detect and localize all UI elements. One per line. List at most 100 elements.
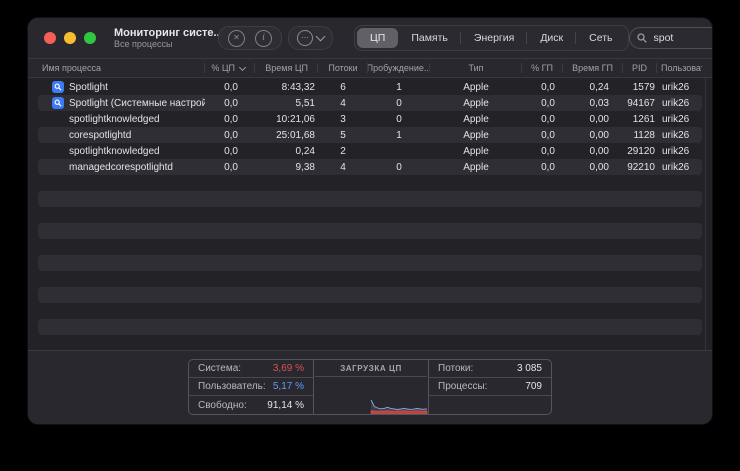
cell-threads: 6 xyxy=(340,81,346,93)
table-row[interactable]: managedcorespotlightd 0,0 9,38 4 0 Apple 0,0 0,… xyxy=(38,159,702,175)
column-header-label: Пользоват... xyxy=(661,63,702,73)
cell-pid: 29120 xyxy=(627,145,655,157)
cell-cpu: 0,0 xyxy=(224,81,238,93)
cell-threads: 3 xyxy=(340,113,346,125)
cell-pid: 92210 xyxy=(627,161,655,173)
cell-gputime: 0,00 xyxy=(589,161,609,173)
cell-gpu: 0,0 xyxy=(541,97,555,109)
tab-сеть[interactable]: Сеть xyxy=(575,28,625,48)
column-header-label: Тип xyxy=(468,63,484,73)
activity-monitor-window: Мониторинг систе... Все процессы ✕ i ⋯ Ц… xyxy=(28,18,712,424)
titlebar: Мониторинг систе... Все процессы ✕ i ⋯ Ц… xyxy=(28,18,712,58)
search-icon xyxy=(636,33,647,43)
column-header-label: PID xyxy=(631,63,647,73)
count-row: Потоки: 3 085 xyxy=(429,360,551,378)
cell-pid: 1579 xyxy=(632,81,655,93)
empty-table-row xyxy=(38,223,702,239)
cell-gpu: 0,0 xyxy=(541,129,555,141)
tab-энергия[interactable]: Энергия xyxy=(459,28,527,48)
cell-name: Spotlight xyxy=(38,81,205,93)
cell-user: urik26 xyxy=(662,113,690,125)
cell-cputime: 10:21,06 xyxy=(276,113,315,125)
empty-table-row xyxy=(38,287,702,303)
column-header-user[interactable]: Пользоват... xyxy=(657,59,702,77)
title-block: Мониторинг систе... Все процессы xyxy=(114,27,223,50)
table-row[interactable]: Spotlight 0,0 8:43,32 6 1 Apple 0,0 0,24 1579 uri… xyxy=(38,79,702,95)
column-header-label: Пробуждение... xyxy=(368,63,430,73)
ellipsis-circle-icon: ⋯ xyxy=(297,30,313,46)
sort-descending-icon xyxy=(238,63,247,71)
cell-user: urik26 xyxy=(662,145,690,157)
cell-cpu: 0,0 xyxy=(224,113,238,125)
empty-table-row xyxy=(38,319,702,335)
inspect-process-button[interactable]: i xyxy=(255,29,272,47)
column-header-pid[interactable]: PID xyxy=(623,59,657,77)
cell-threads: 4 xyxy=(340,161,346,173)
column-header-wake[interactable]: Пробуждение... xyxy=(368,59,430,77)
tab-память[interactable]: Память xyxy=(398,28,461,48)
table-row[interactable]: Spotlight (Системные настройки) 0,0 5,51 4 0… xyxy=(38,95,702,111)
table-row[interactable]: corespotlightd 0,0 25:01,68 5 1 Apple 0,0 0,00 1… xyxy=(38,127,702,143)
cell-name: Spotlight (Системные настройки) xyxy=(38,97,205,109)
column-header-label: % ЦП xyxy=(211,63,235,73)
cell-cputime: 8:43,32 xyxy=(281,81,315,93)
column-header-cputime[interactable]: Время ЦП xyxy=(255,59,318,77)
spotlight-app-icon xyxy=(52,81,64,93)
column-header-threads[interactable]: Потоки xyxy=(318,59,368,77)
cell-wake: 1 xyxy=(396,81,402,93)
cell-cputime: 5,51 xyxy=(295,97,315,109)
process-name: managedcorespotlightd xyxy=(69,161,173,173)
cell-type: Apple xyxy=(463,81,489,93)
system-load-area xyxy=(370,410,428,414)
search-input[interactable] xyxy=(651,31,712,45)
count-label: Процессы: xyxy=(438,381,488,392)
process-name: corespotlightd xyxy=(69,129,132,141)
stat-label: Система: xyxy=(198,363,242,374)
spotlight-app-icon xyxy=(52,97,64,109)
cell-wake: 0 xyxy=(396,113,402,125)
cpu-percent-stats: Система: 3,69 % Пользователь: 5,17 % Свободн… xyxy=(189,360,313,414)
zoom-window-button[interactable] xyxy=(84,32,96,44)
empty-table-row xyxy=(38,271,702,287)
close-window-button[interactable] xyxy=(44,32,56,44)
cell-type: Apple xyxy=(463,97,489,109)
cell-gputime: 0,00 xyxy=(589,129,609,141)
cell-type: Apple xyxy=(463,145,489,157)
empty-table-row xyxy=(38,255,702,271)
column-header-cpu[interactable]: % ЦП xyxy=(205,59,255,77)
tab-цп[interactable]: ЦП xyxy=(357,28,399,48)
process-name: spotlightknowledged xyxy=(69,145,160,157)
cell-wake: 0 xyxy=(396,97,402,109)
cell-cpu: 0,0 xyxy=(224,161,238,173)
cell-gpu: 0,0 xyxy=(541,145,555,157)
stat-value: 91,14 % xyxy=(267,399,304,411)
table-row[interactable]: spotlightknowledged 0,0 0,24 2 Apple 0,0 0,00 2… xyxy=(38,143,702,159)
cell-cpu: 0,0 xyxy=(224,145,238,157)
cell-gpu: 0,0 xyxy=(541,81,555,93)
column-header-type[interactable]: Тип xyxy=(430,59,522,77)
column-header-label: Имя процесса xyxy=(42,63,101,73)
tab-диск[interactable]: Диск xyxy=(526,28,576,48)
cell-gputime: 0,00 xyxy=(589,145,609,157)
cell-cpu: 0,0 xyxy=(224,97,238,109)
cell-gputime: 0,03 xyxy=(589,97,609,109)
cpu-load-graph xyxy=(370,399,428,414)
cpu-stats-box: Система: 3,69 % Пользователь: 5,17 % Свободн… xyxy=(188,359,552,415)
empty-table-row xyxy=(38,335,702,351)
table-header: Имя процесса % ЦП Время ЦП Потоки Пробуждени… xyxy=(28,58,712,78)
column-header-gpu[interactable]: % ГП xyxy=(522,59,563,77)
minimize-window-button[interactable] xyxy=(64,32,76,44)
column-header-label: % ГП xyxy=(531,63,553,73)
column-header-name[interactable]: Имя процесса xyxy=(38,59,205,77)
cell-pid: 1261 xyxy=(632,113,655,125)
column-header-gputime[interactable]: Время ГП xyxy=(563,59,623,77)
cell-user: urik26 xyxy=(662,161,690,173)
cpu-load-panel: ЗАГРУЗКА ЦП xyxy=(313,360,428,414)
quit-process-button[interactable]: ✕ xyxy=(228,29,245,47)
info-icon: i xyxy=(262,32,265,43)
empty-table-row xyxy=(38,239,702,255)
table-row[interactable]: spotlightknowledged 0,0 10:21,06 3 0 Apple 0,0… xyxy=(38,111,702,127)
search-field[interactable]: ✕ xyxy=(628,27,712,49)
view-options-button[interactable]: ⋯ xyxy=(288,26,333,50)
cell-name: spotlightknowledged xyxy=(38,113,205,125)
